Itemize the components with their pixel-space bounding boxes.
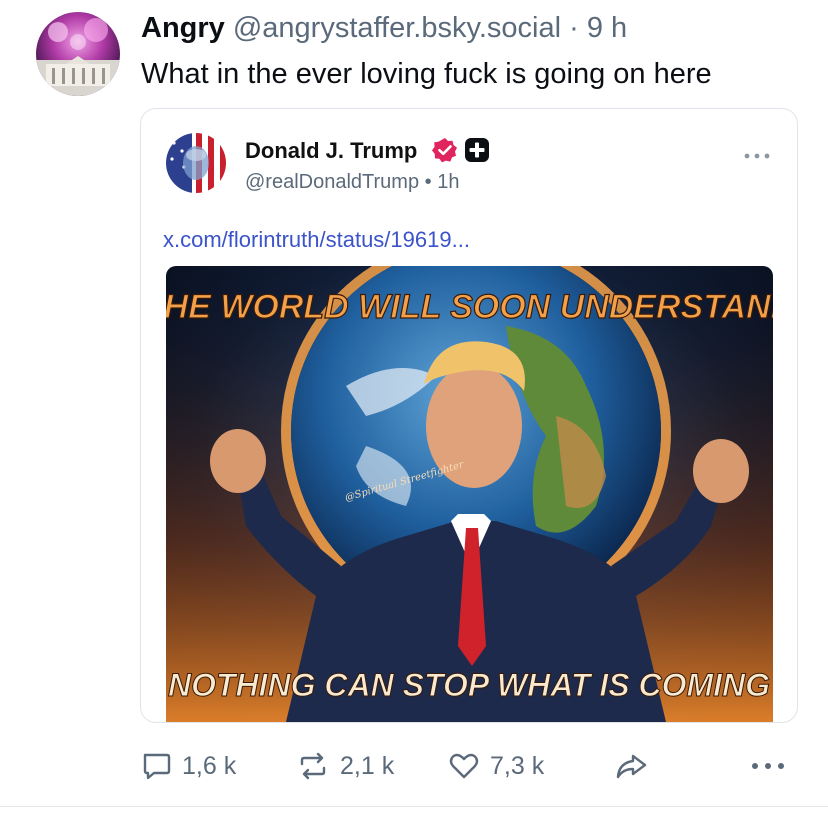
quoted-author-name[interactable]: Donald J. Trump xyxy=(245,138,417,164)
repost-button[interactable]: 2,1 k xyxy=(296,742,394,790)
author-handle[interactable]: @angrystaffer.bsky.social xyxy=(233,12,561,44)
quoted-author-handle[interactable]: @realDonaldTrump xyxy=(245,171,419,193)
quoted-handle-line: @realDonaldTrump • 1h xyxy=(245,171,459,194)
share-icon xyxy=(616,754,647,779)
image-caption-bottom: NOTHING CAN STOP WHAT IS COMING xyxy=(168,667,770,703)
like-count: 7,3 k xyxy=(490,751,545,780)
post-text: What in the ever loving fuck is going on… xyxy=(141,58,712,90)
more-options-icon[interactable] xyxy=(743,149,771,163)
share-button[interactable] xyxy=(614,742,648,790)
post-divider xyxy=(0,806,828,807)
author-name[interactable]: Angry xyxy=(141,12,225,44)
quoted-timestamp[interactable]: 1h xyxy=(437,171,459,193)
more-icon xyxy=(752,763,784,769)
repost-count: 2,1 k xyxy=(340,751,395,780)
post-timestamp[interactable]: 9 h xyxy=(587,12,627,44)
quoted-post-card[interactable]: Donald J. Trump @realDonaldTrump • 1h x.… xyxy=(140,108,798,723)
quoted-image[interactable]: THE WORLD WILL SOON UNDERSTAND NOTHING C… xyxy=(166,266,773,722)
header-separator: · xyxy=(569,12,579,44)
image-caption-top: THE WORLD WILL SOON UNDERSTAND xyxy=(166,288,773,326)
reply-button[interactable]: 1,6 k xyxy=(140,742,236,790)
post-header: Angry @angrystaffer.bsky.social · 9 h xyxy=(141,10,627,46)
reply-icon xyxy=(143,753,171,780)
like-button[interactable]: 7,3 k xyxy=(448,742,544,790)
quoted-separator: • xyxy=(424,171,432,193)
verified-icon xyxy=(432,138,457,163)
author-avatar[interactable] xyxy=(36,12,120,96)
quoted-link[interactable]: x.com/florintruth/status/19619... xyxy=(163,227,470,253)
reply-count: 1,6 k xyxy=(182,751,237,780)
plus-badge-icon xyxy=(465,138,489,162)
post-more-button[interactable] xyxy=(750,742,786,790)
quoted-author-avatar[interactable] xyxy=(166,133,226,193)
like-icon xyxy=(449,753,479,779)
action-bar: 1,6 k 2,1 k 7,3 k xyxy=(0,742,828,790)
repost-icon xyxy=(300,752,326,780)
